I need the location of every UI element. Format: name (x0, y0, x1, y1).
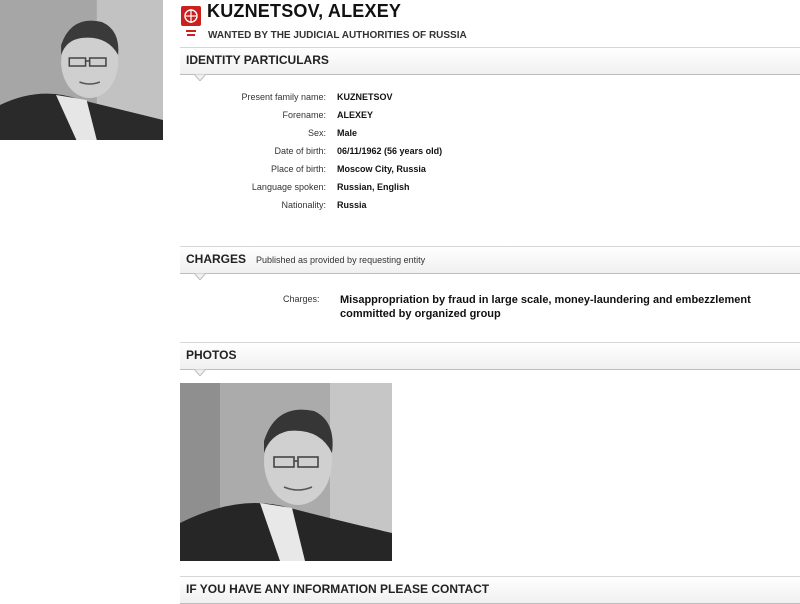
field-row: Language spoken: Russian, English (180, 182, 800, 198)
field-value: Moscow City, Russia (337, 164, 426, 174)
section-notch-icon (194, 74, 206, 81)
field-label: Language spoken: (251, 182, 326, 192)
field-value: ALEXEY (337, 110, 374, 120)
field-label: Nationality: (281, 200, 326, 210)
section-title: PHOTOS (186, 348, 237, 362)
field-value: KUZNETSOV (337, 92, 393, 102)
section-title: IF YOU HAVE ANY INFORMATION PLEASE CONTA… (186, 582, 490, 596)
section-note: Published as provided by requesting enti… (256, 255, 426, 265)
charges-text: Misappropriation by fraud in large scale… (340, 294, 751, 320)
field-label: Sex: (307, 128, 326, 138)
section-title: CHARGES (186, 252, 247, 266)
section-notch-icon (194, 273, 206, 280)
photos-section-header: PHOTOS (180, 342, 800, 376)
portrait-image (0, 0, 163, 140)
field-row: Place of birth: Moscow City, Russia (180, 164, 800, 180)
interpol-logo-icon (180, 4, 202, 40)
field-value: Russia (337, 200, 367, 210)
field-label: Date of birth: (274, 146, 326, 156)
field-row: Present family name: KUZNETSOV (180, 92, 800, 108)
field-value: 06/11/1962 (56 years old) (337, 146, 443, 156)
field-row: Sex: Male (180, 128, 800, 144)
field-row: Date of birth: 06/11/1962 (56 years old) (180, 146, 800, 162)
identity-section-header: IDENTITY PARTICULARS (180, 47, 800, 81)
field-value: Russian, English (337, 182, 410, 192)
charges-section-header: CHARGES Published as provided by request… (180, 246, 800, 280)
field-label: Place of birth: (270, 164, 326, 174)
charges-label: Charges: (283, 294, 320, 304)
portrait-image (180, 383, 392, 561)
wanted-person-name: KUZNETSOV, ALEXEY (207, 1, 402, 21)
section-title: IDENTITY PARTICULARS (186, 53, 329, 67)
field-row: Forename: ALEXEY (180, 110, 800, 126)
subject-photo (0, 0, 163, 140)
field-row: Nationality: Russia (180, 200, 800, 216)
wanted-by-subtitle: WANTED BY THE JUDICIAL AUTHORITIES OF RU… (208, 30, 467, 41)
field-value: Male (337, 128, 358, 138)
field-label: Forename: (282, 110, 326, 120)
section-notch-icon (194, 369, 206, 376)
gallery-photo[interactable] (180, 383, 392, 561)
field-label: Present family name: (241, 92, 326, 102)
